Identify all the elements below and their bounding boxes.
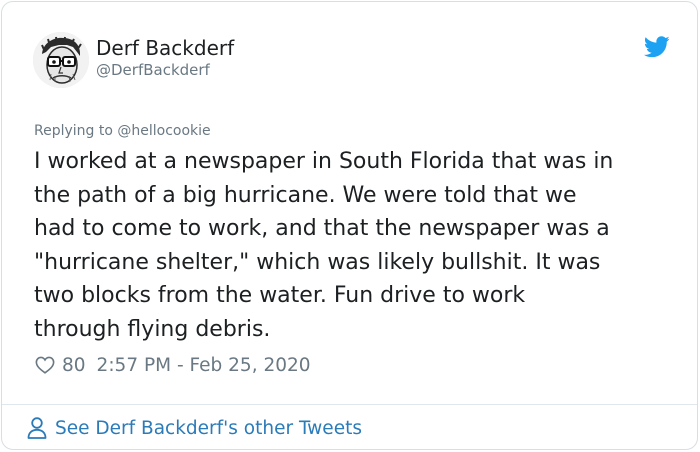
tweet-card[interactable]: Derf Backderf @DerfBackderf Replying to … [1, 1, 698, 450]
author-handle[interactable]: @DerfBackderf [96, 61, 210, 79]
replying-to: Replying to @hellocookie [34, 123, 211, 139]
tweet-text-line: "hurricane shelter," which was likely bu… [34, 249, 601, 275]
author-display-name[interactable]: Derf Backderf [96, 36, 234, 60]
tweet-meta: 80 2:57 PM - Feb 25, 2020 [34, 352, 311, 378]
see-other-tweets-link[interactable]: See Derf Backderf's other Tweets [26, 416, 362, 440]
replying-to-label: Replying to [34, 123, 118, 139]
tweet-text-line: two blocks from the water. Fun drive to … [34, 283, 526, 308]
reply-mention-link[interactable]: @hellocookie [117, 123, 210, 139]
tweet-timestamp[interactable]: 2:57 PM - Feb 25, 2020 [97, 355, 311, 376]
footer-divider [2, 404, 697, 405]
tweet-text: I worked at a newspaper in South Florida… [34, 145, 684, 346]
tweet-text-line: through flying debris. [34, 316, 271, 342]
person-icon [27, 417, 47, 439]
tweet-text-line: I worked at a newspaper in South Florida… [34, 149, 614, 174]
heart-icon[interactable] [34, 354, 56, 376]
caricature-avatar-icon [33, 32, 89, 88]
tweet-text-line: had to come to work, and that the newspa… [34, 216, 610, 241]
see-other-tweets-label[interactable]: See Derf Backderf's other Tweets [55, 418, 362, 439]
like-count[interactable]: 80 [62, 355, 86, 376]
author-avatar[interactable] [33, 32, 89, 88]
twitter-bird-icon[interactable] [644, 36, 670, 58]
tweet-text-line: the path of a big hurricane. We were tol… [34, 182, 577, 208]
